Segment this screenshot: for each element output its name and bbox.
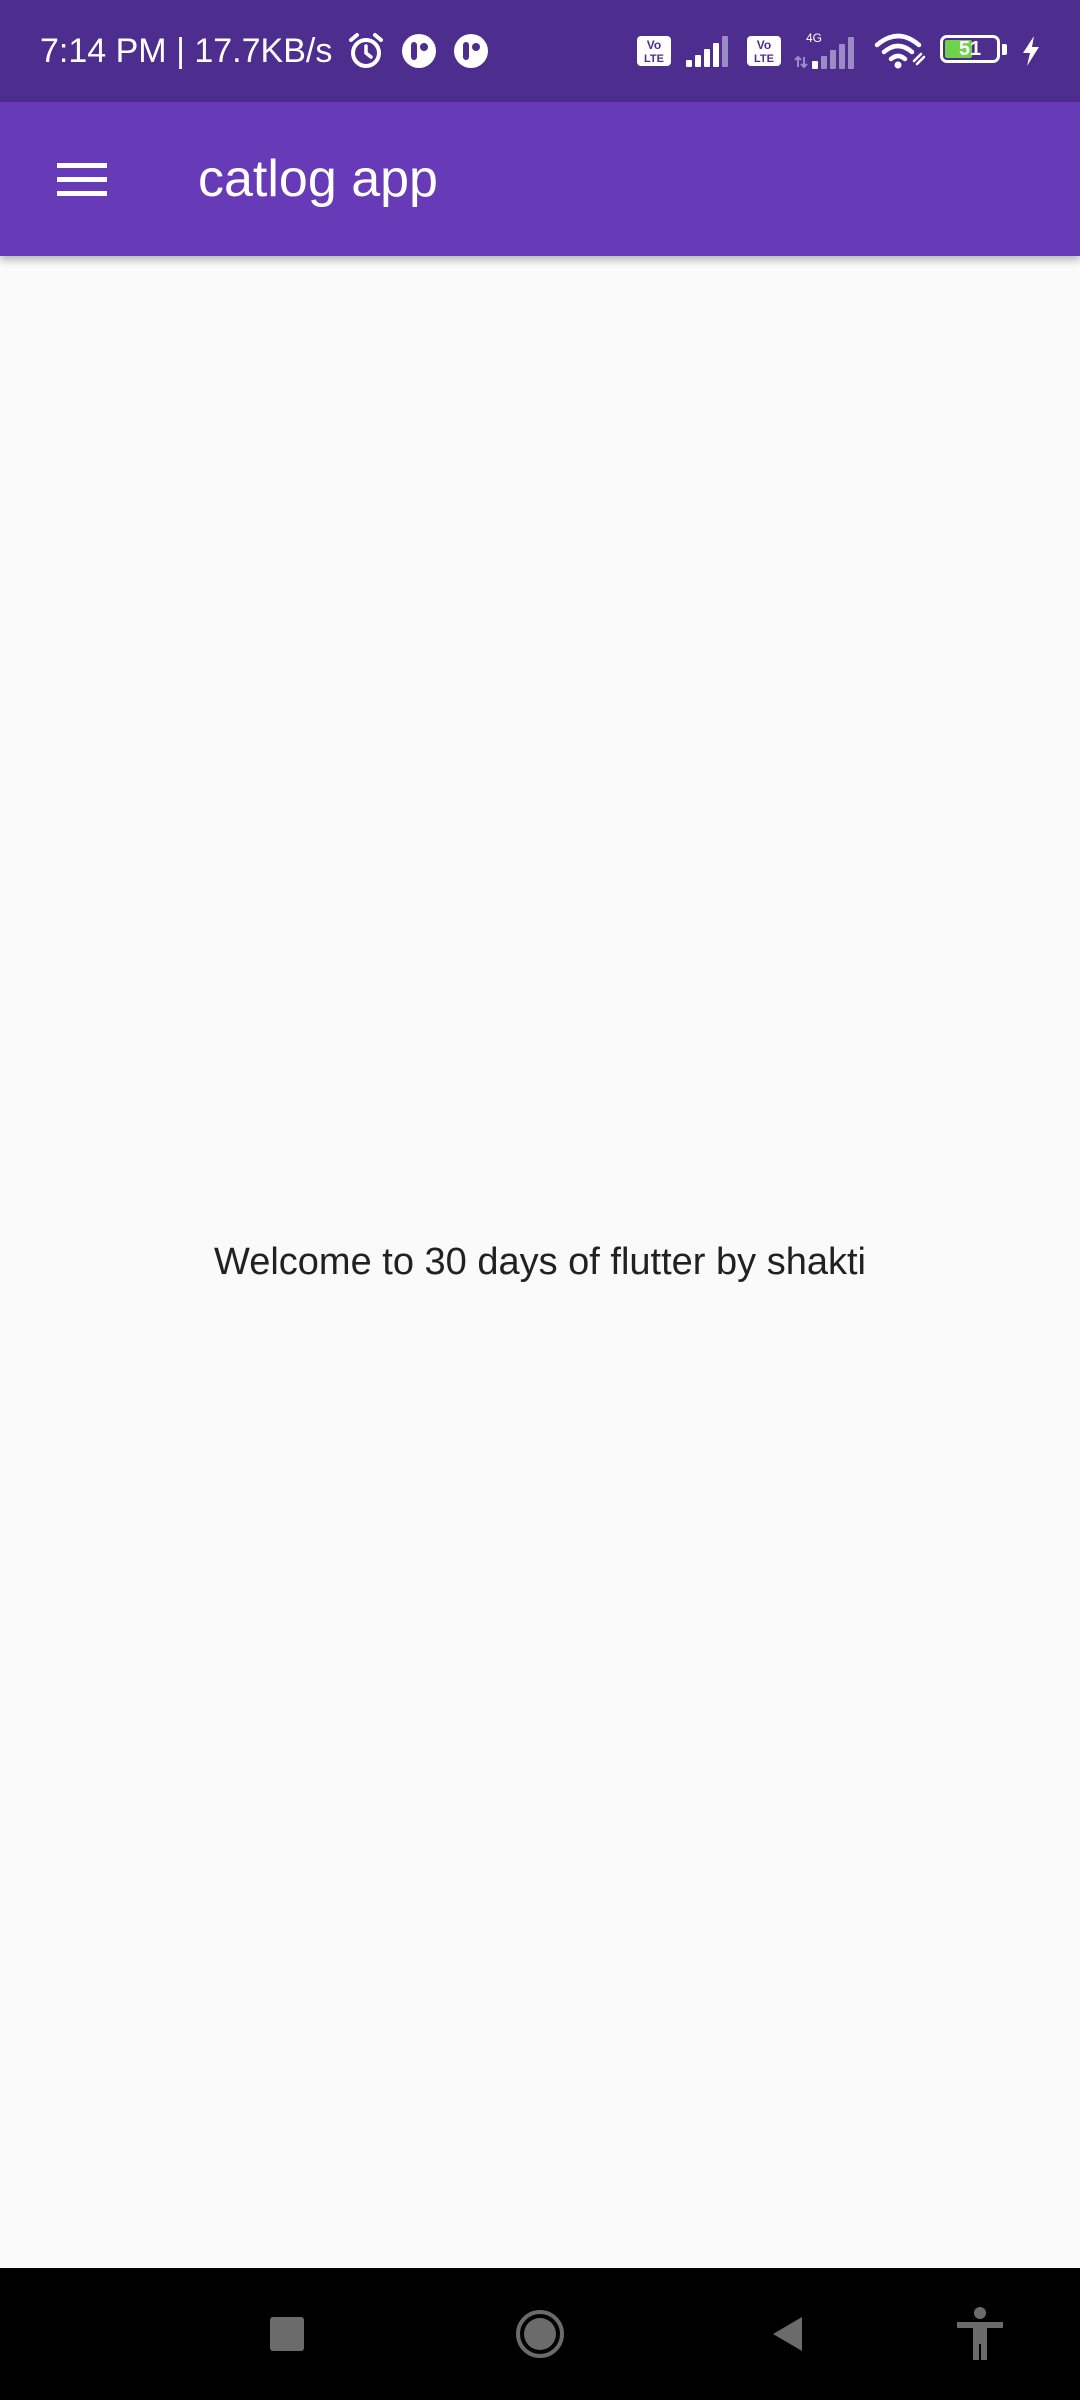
battery-icon: 51 <box>940 35 1008 67</box>
body-content: Welcome to 30 days of flutter by shakti <box>0 256 1080 2268</box>
volte-icon: Vo LTE <box>747 36 781 66</box>
back-button[interactable] <box>728 2268 848 2400</box>
svg-text:Vo: Vo <box>757 38 771 52</box>
status-left: 7:14 PM | 17.7KB/s <box>40 0 490 102</box>
accessibility-icon <box>957 2307 1003 2360</box>
app-title: catlog app <box>198 150 438 208</box>
home-icon <box>516 2310 564 2358</box>
home-button[interactable] <box>480 2268 600 2400</box>
menu-button[interactable] <box>28 125 136 233</box>
signal-icon <box>686 36 728 67</box>
network-label: 4G <box>806 31 822 45</box>
hamburger-menu-icon <box>57 163 107 196</box>
battery-level: 51 <box>958 38 982 60</box>
accessibility-button[interactable] <box>920 2268 1040 2400</box>
wifi-icon <box>874 33 926 69</box>
welcome-text: Welcome to 30 days of flutter by shakti <box>214 1240 866 1283</box>
navigation-bar <box>0 2268 1080 2400</box>
back-icon <box>773 2317 802 2351</box>
svg-text:LTE: LTE <box>754 53 774 65</box>
app-notification-icon <box>402 34 437 68</box>
app-bar: catlog app <box>0 102 1080 256</box>
recents-button[interactable] <box>227 2268 347 2400</box>
volte-icon: Vo LTE <box>637 36 671 66</box>
recents-icon <box>270 2317 304 2351</box>
status-bar: 7:14 PM | 17.7KB/s Vo LTE Vo LTE 4G 51 <box>0 0 1080 102</box>
screen: 7:14 PM | 17.7KB/s Vo LTE Vo LTE 4G 51 c… <box>0 0 1080 2400</box>
signal-4g-icon: 4G <box>794 31 854 69</box>
app-notification-icon <box>454 34 489 68</box>
status-right: Vo LTE Vo LTE 4G 51 <box>636 0 1042 102</box>
alarm-icon <box>349 33 384 68</box>
svg-text:Vo: Vo <box>647 38 661 52</box>
charging-icon <box>1023 36 1039 66</box>
status-time-speed: 7:14 PM | 17.7KB/s <box>40 31 333 70</box>
svg-text:LTE: LTE <box>644 53 664 65</box>
